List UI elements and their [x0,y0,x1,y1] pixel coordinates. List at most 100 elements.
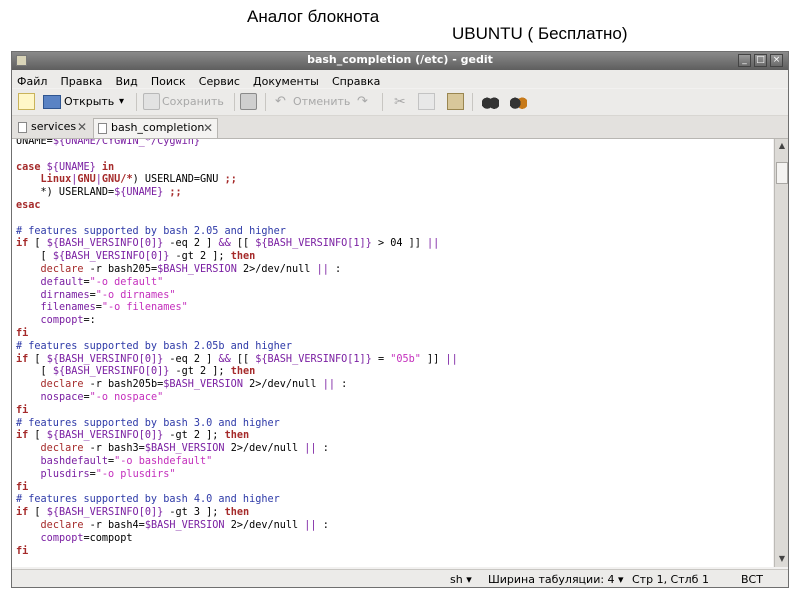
code-line[interactable]: declare -r bash4=$BASH_VERSION 2>/dev/nu… [16,519,329,532]
undo-button[interactable]: Отменить [293,93,350,111]
paste-icon[interactable] [447,93,464,110]
code-token-variable: $BASH_VERSION [157,264,237,275]
code-token-string: "-o nospace" [89,392,164,403]
open-dropdown-chevron-icon[interactable]: ▾ [119,93,124,111]
maximize-icon[interactable]: □ [754,54,767,67]
document-icon [98,123,107,134]
code-token-plain: [[ [230,353,256,365]
code-token-plain: 2>/dev/null [236,264,317,275]
text-editor[interactable]: UNAME=${UNAME/CYGWIN_*/Cygwin}case ${UNA… [12,139,773,567]
title-bar[interactable]: bash_completion (/etc) - gedit _ □ × [12,52,788,70]
redo-icon[interactable]: ↷ [357,93,368,111]
code-line[interactable]: esac [16,199,41,212]
code-token-builtin: declare [40,520,84,531]
open-folder-icon[interactable] [43,95,61,109]
code-token-comment: # features supported by bash 3.0 and hig… [16,417,280,429]
cut-icon[interactable]: ✂ [394,93,406,111]
code-line[interactable]: if [ ${BASH_VERSINFO[0]} -eq 2 ] && [[ $… [16,237,439,250]
code-token-plain: 2>/dev/null [224,520,305,531]
print-icon[interactable] [240,93,257,110]
code-line[interactable]: compopt=: [16,314,96,327]
close-tab-icon[interactable]: ✕ [77,118,87,136]
code-token-variable: ${UNAME/CYGWIN_*/Cygwin} [52,139,201,147]
code-line[interactable]: *) USERLAND=${UNAME} ;; [16,186,182,199]
code-token-plain: : [334,379,348,391]
code-line[interactable]: filenames="-o filenames" [16,301,188,314]
code-line[interactable]: dirnames="-o dirnames" [16,289,176,302]
code-token-string: "-o default" [89,276,164,288]
code-token-keyword: GNU [77,174,96,186]
code-token-variable: ${BASH_VERSINFO[1]} [255,238,372,250]
toolbar: Открыть ▾ Сохранить ↶ Отменить ↷ ✂ [12,89,788,116]
find-icon[interactable] [482,93,499,110]
code-line[interactable]: declare -r bash3=$BASH_VERSION 2>/dev/nu… [16,442,329,455]
code-token-variable: ${BASH_VERSINFO[0]} [46,353,164,365]
status-bar: sh ▾ Ширина табуляции: 4 ▾ Стр 1, Стлб 1… [12,569,788,587]
code-line[interactable]: [ ${BASH_VERSINFO[0]} -gt 2 ]; then [16,250,256,263]
code-line[interactable]: if [ ${BASH_VERSINFO[0]} -gt 3 ]; then [16,506,249,519]
new-document-icon[interactable] [18,93,35,110]
close-icon[interactable]: × [770,54,783,67]
toolbar-separator [265,93,266,111]
code-token-plain: [ [16,366,53,378]
code-line[interactable]: # features supported by bash 2.05 and hi… [16,225,286,238]
code-line[interactable]: fi [16,404,28,417]
code-line[interactable]: # features supported by bash 2.05b and h… [16,340,292,353]
code-line[interactable]: # features supported by bash 3.0 and hig… [16,417,280,430]
code-line[interactable]: # features supported by bash 4.0 and hig… [16,493,280,506]
code-line[interactable]: case ${UNAME} in [16,161,114,174]
code-token-variable: dirnames [40,289,90,301]
copy-icon[interactable] [418,93,435,110]
code-token-builtin: declare [40,379,84,391]
code-line[interactable]: fi [16,481,28,494]
code-token-string: "-o bashdefault" [114,456,213,467]
code-line[interactable]: declare -r bash205=$BASH_VERSION 2>/dev/… [16,263,342,276]
find-replace-icon[interactable] [510,93,527,110]
code-token-plain: : [316,520,329,531]
code-token-variable: ${UNAME} [46,161,96,173]
code-line[interactable]: plusdirs="-o plusdirs" [16,468,176,481]
code-line[interactable]: [ ${BASH_VERSINFO[0]} -gt 2 ]; then [16,365,256,378]
code-token-keyword: then [224,507,250,519]
code-line[interactable]: UNAME=${UNAME/CYGWIN_*/Cygwin} [16,139,200,148]
code-token-operator: || [304,520,317,531]
menu-bar: Файл Правка Вид Поиск Сервис Документы С… [12,70,788,88]
vertical-scrollbar[interactable]: ▲ ▼ [774,139,788,567]
tab-services[interactable]: services ✕ [14,118,91,138]
code-line[interactable]: compopt=compopt [16,532,133,545]
code-line[interactable]: if [ ${BASH_VERSINFO[0]} -gt 2 ]; then [16,429,249,442]
save-icon [143,93,160,110]
code-line[interactable]: bashdefault="-o bashdefault" [16,455,213,468]
code-token-plain: [[ [230,238,256,250]
scrollbar-thumb[interactable] [776,162,788,184]
slide-subtitle: UBUNTU ( Бесплатно) [452,24,628,43]
language-selector[interactable]: sh ▾ [450,573,472,586]
scroll-down-icon[interactable]: ▼ [776,554,788,564]
code-line[interactable]: fi [16,545,28,558]
code-line[interactable]: nospace="-o nospace" [16,391,164,404]
code-line[interactable]: if [ ${BASH_VERSINFO[0]} -eq 2 ] && [[ $… [16,353,458,366]
code-token-operator: || [427,238,440,250]
code-token-variable: plusdirs [40,468,90,480]
scroll-up-icon[interactable]: ▲ [776,141,788,151]
tab-label: bash_completion [111,121,205,134]
code-token-keyword: esac [16,200,41,211]
open-button[interactable]: Открыть [64,93,114,111]
minimize-icon[interactable]: _ [738,54,751,67]
close-tab-icon[interactable]: ✕ [203,119,213,137]
code-line[interactable]: Linux|GNU|GNU/*) USERLAND=GNU ;; [16,173,237,186]
code-token-variable: $BASH_VERSION [163,379,243,391]
code-token-operator: && [218,238,231,250]
tab-width-selector[interactable]: Ширина табуляции: 4 ▾ [488,573,624,586]
save-button[interactable]: Сохранить [162,93,224,111]
code-line[interactable]: default="-o default" [16,276,164,289]
code-line[interactable]: fi [16,327,28,340]
code-token-builtin: declare [40,264,84,275]
code-token-keyword: ;; [163,187,182,199]
code-line[interactable]: declare -r bash205b=$BASH_VERSION 2>/dev… [16,378,348,391]
tab-bash-completion[interactable]: bash_completion ✕ [93,118,218,138]
